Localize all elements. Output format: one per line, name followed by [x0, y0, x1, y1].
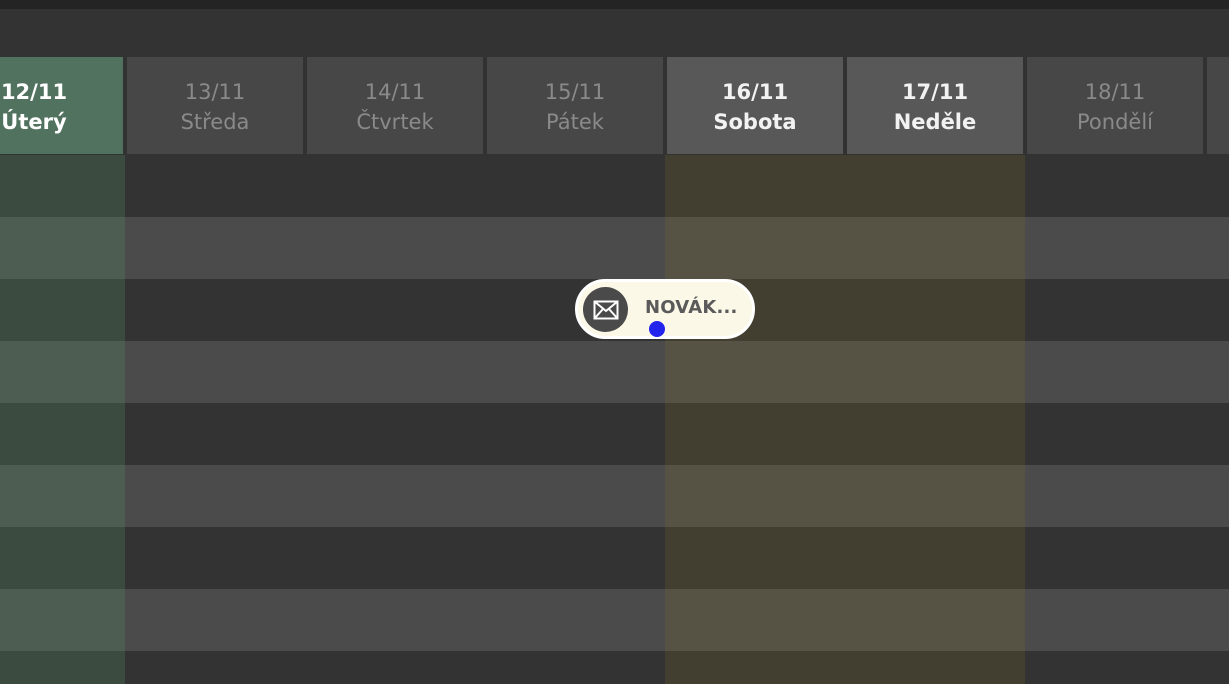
day-header[interactable]: 15/11 Pátek [487, 57, 663, 154]
calendar-toolbar [0, 9, 1229, 57]
day-date: 15/11 [544, 80, 606, 104]
day-date: 16/11 [721, 80, 789, 104]
weekend-column-highlight [665, 155, 1025, 684]
day-date: 14/11 [364, 80, 426, 104]
day-name: Sobota [713, 110, 797, 134]
top-bar [0, 0, 1229, 9]
event-label: NOVÁK... [645, 297, 738, 318]
event-pill[interactable]: NOVÁK... [575, 279, 755, 339]
day-name: Pondělí [1077, 110, 1153, 134]
grid-row[interactable] [0, 217, 1229, 279]
calendar-grid[interactable] [0, 155, 1229, 684]
grid-row[interactable] [0, 589, 1229, 651]
grid-row[interactable] [0, 403, 1229, 465]
grid-row[interactable] [0, 651, 1229, 684]
grid-row[interactable] [0, 155, 1229, 217]
day-date: 17/11 [901, 80, 969, 104]
day-header-today[interactable]: 12/11 Úterý [0, 57, 123, 154]
day-date: 18/11 [1084, 80, 1146, 104]
day-header[interactable]: 13/11 Středa [127, 57, 303, 154]
day-header-weekend[interactable]: 16/11 Sobota [667, 57, 843, 154]
grid-row[interactable] [0, 341, 1229, 403]
grid-row[interactable] [0, 527, 1229, 589]
day-name: Neděle [893, 110, 977, 134]
day-name: Úterý [1, 110, 67, 134]
day-date: 13/11 [184, 80, 246, 104]
mail-icon [583, 287, 628, 332]
today-column-highlight [0, 155, 125, 684]
grid-row[interactable] [0, 465, 1229, 527]
status-dot [649, 321, 665, 337]
day-name: Středa [180, 110, 250, 134]
day-header[interactable]: 18/11 Pondělí [1027, 57, 1203, 154]
day-header[interactable]: 14/11 Čtvrtek [307, 57, 483, 154]
day-date: 12/11 [0, 80, 68, 104]
day-name: Pátek [546, 110, 604, 134]
day-name: Čtvrtek [356, 110, 434, 134]
day-header-weekend[interactable]: 17/11 Neděle [847, 57, 1023, 154]
day-header-partial[interactable] [1207, 57, 1229, 154]
